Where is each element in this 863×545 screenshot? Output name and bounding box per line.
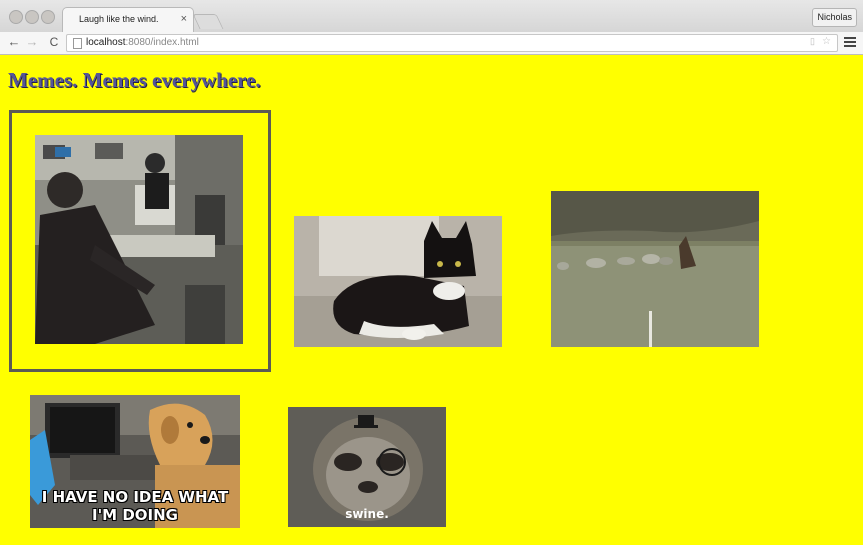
browser-toolbar: ← → C localhost:8080/index.html ▯ ☆ (0, 32, 863, 55)
batman-cat-meme[interactable] (294, 216, 502, 347)
tab-close-icon[interactable]: × (181, 12, 187, 26)
reload-icon[interactable]: C (46, 34, 62, 50)
browser-tab[interactable]: Laugh like the wind. × (62, 7, 194, 33)
window-titlebar: Laugh like the wind. × Nicholas (0, 0, 863, 33)
address-bar[interactable]: localhost:8080/index.html ▯ ☆ (66, 34, 838, 52)
meme-caption: swine. (345, 507, 389, 521)
sloth-monocle-meme[interactable]: swine. (288, 407, 446, 527)
url-path: /index.html (150, 37, 199, 48)
page-icon (73, 38, 82, 49)
minimize-window-button[interactable] (25, 10, 39, 24)
url-port: :8080 (125, 37, 151, 48)
url-text[interactable]: localhost:8080/index.html (86, 36, 199, 50)
page-action-icon[interactable]: ▯ (810, 36, 815, 47)
office-guy-falling-meme[interactable] (35, 135, 243, 344)
profile-button[interactable]: Nicholas (812, 8, 857, 27)
page-viewport: Memes. Memes everywhere. I HAVE NO IDEA … (0, 55, 863, 545)
url-host: localhost (86, 37, 126, 48)
menu-icon[interactable] (844, 37, 856, 48)
page-heading: Memes. Memes everywhere. (8, 68, 261, 92)
bookmark-star-icon[interactable]: ☆ (822, 36, 831, 47)
maximize-window-button[interactable] (41, 10, 55, 24)
field-chicken-meme[interactable] (551, 191, 759, 347)
meme-caption: I HAVE NO IDEA WHAT I'M DOING (41, 488, 229, 524)
forward-arrow-icon[interactable]: → (24, 34, 40, 50)
close-window-button[interactable] (9, 10, 23, 24)
new-tab-button[interactable] (192, 14, 224, 29)
tab-title: Laugh like the wind. (79, 14, 159, 24)
back-arrow-icon[interactable]: ← (6, 34, 22, 50)
dog-at-computer-meme[interactable]: I HAVE NO IDEA WHAT I'M DOING (30, 395, 240, 528)
